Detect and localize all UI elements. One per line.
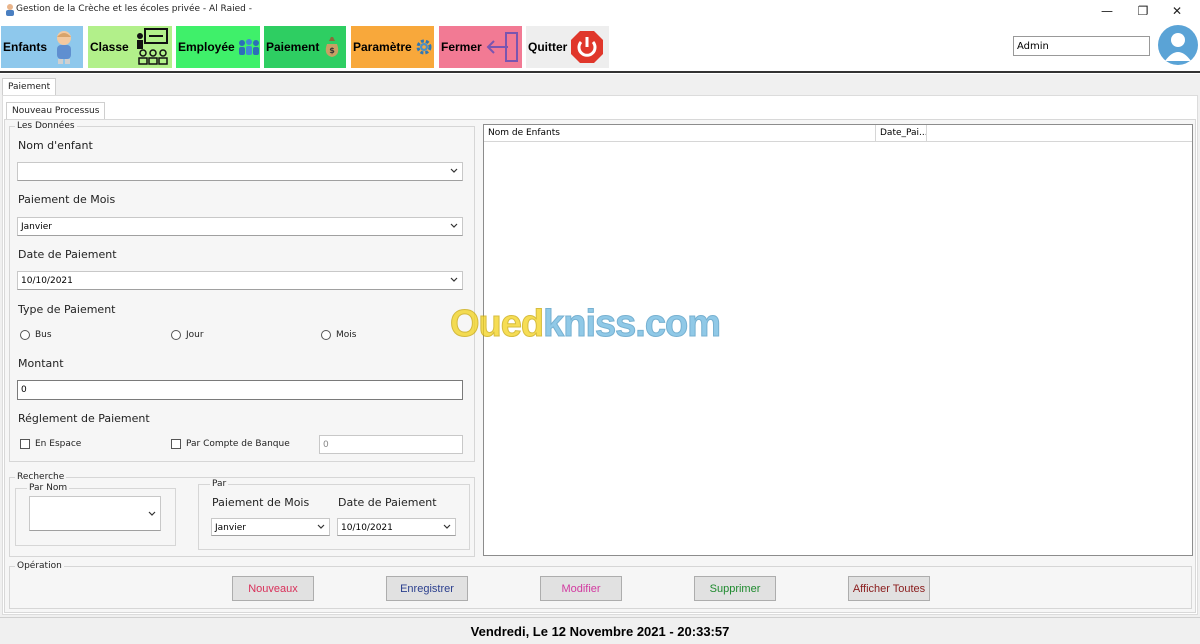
- svg-text:$: $: [330, 46, 336, 55]
- nom-enfant-label: Nom d'enfant: [18, 139, 93, 152]
- title-bar: Gestion de la Crèche et les écoles privé…: [0, 0, 1200, 22]
- chevron-down-icon: [450, 223, 458, 228]
- search-mois-combo[interactable]: Janvier: [211, 518, 330, 536]
- date-label: Date de Paiement: [18, 248, 117, 261]
- mois-combo[interactable]: Janvier: [17, 217, 463, 236]
- radio-mois[interactable]: Mois: [321, 330, 356, 340]
- parametre-label: Paramètre: [353, 40, 412, 54]
- search-date-picker[interactable]: 10/10/2021: [337, 518, 456, 536]
- column-header-nom-enfants[interactable]: Nom de Enfants: [484, 125, 876, 142]
- nom-enfant-combo[interactable]: [17, 162, 463, 181]
- montant-label: Montant: [18, 357, 64, 370]
- status-bar: Vendredi, Le 12 Novembre 2021 - 20:33:57: [0, 617, 1200, 644]
- enregistrer-button[interactable]: Enregistrer: [386, 576, 468, 601]
- user-avatar-icon: [1165, 33, 1191, 61]
- employee-button[interactable]: Employée: [176, 26, 260, 68]
- checkbox-box[interactable]: [20, 439, 30, 449]
- exit-arrow-icon: [486, 32, 518, 62]
- supprimer-button[interactable]: Supprimer: [694, 576, 776, 601]
- window-title: Gestion de la Crèche et les écoles privé…: [16, 4, 252, 14]
- radio-bus[interactable]: Bus: [20, 330, 52, 340]
- search-date-label: Date de Paiement: [338, 496, 437, 509]
- money-bag-icon: $: [326, 37, 339, 57]
- enfants-label: Enfants: [3, 40, 48, 54]
- radio-circle[interactable]: [171, 330, 181, 340]
- radio-circle[interactable]: [321, 330, 331, 340]
- chevron-down-icon: [317, 524, 325, 529]
- watermark-part-2: kniss: [543, 303, 637, 346]
- en-espace-label: En Espace: [35, 439, 82, 449]
- column-header-date-paiement[interactable]: Date_Pai...: [876, 125, 927, 142]
- tab-paiement[interactable]: Paiement: [2, 78, 57, 96]
- app-icon: [6, 4, 14, 16]
- type-label: Type de Paiement: [18, 303, 116, 316]
- employees-icon: [238, 39, 259, 55]
- banque-account-input[interactable]: 0: [319, 435, 463, 454]
- paiement-button[interactable]: Paiement $: [264, 26, 346, 68]
- radio-jour-label: Jour: [186, 330, 204, 340]
- child-icon: [57, 31, 72, 64]
- checkbox-en-espace[interactable]: En Espace: [20, 439, 81, 449]
- employee-label: Employée: [178, 40, 235, 54]
- fermer-button[interactable]: Fermer: [439, 26, 522, 68]
- chevron-down-icon: [443, 524, 451, 529]
- avatar[interactable]: [1158, 25, 1198, 65]
- compte-banque-label: Par Compte de Banque: [186, 439, 290, 449]
- search-mois-value: Janvier: [215, 523, 246, 533]
- radio-mois-label: Mois: [336, 330, 357, 340]
- gear-icon: [416, 39, 432, 55]
- search-date-value: 10/10/2021: [341, 523, 393, 533]
- operation-title: Opération: [15, 561, 64, 571]
- watermark: Ouedkniss.com: [449, 303, 722, 346]
- date-picker[interactable]: 10/10/2021: [17, 271, 463, 290]
- mois-value: Janvier: [21, 222, 52, 232]
- watermark-part-1: Oued: [449, 303, 544, 346]
- power-icon: [571, 31, 604, 63]
- radio-bus-label: Bus: [35, 330, 52, 340]
- column-header-empty: [927, 125, 1192, 142]
- radio-jour[interactable]: Jour: [171, 330, 204, 340]
- par-nom-title: Par Nom: [27, 483, 70, 493]
- fermer-label: Fermer: [441, 40, 482, 54]
- modifier-button[interactable]: Modifier: [540, 576, 622, 601]
- classroom-icon: [136, 28, 168, 65]
- classe-button[interactable]: Classe: [88, 26, 172, 68]
- par-nom-combo[interactable]: [29, 496, 161, 531]
- chevron-down-icon: [450, 168, 458, 173]
- nouveaux-button[interactable]: Nouveaux: [232, 576, 314, 601]
- parametre-button[interactable]: Paramètre: [351, 26, 434, 68]
- checkbox-compte-banque[interactable]: Par Compte de Banque: [171, 439, 290, 449]
- checkbox-box[interactable]: [171, 439, 181, 449]
- recherche-title: Recherche: [15, 472, 67, 482]
- reglement-label: Réglement de Paiement: [18, 412, 150, 425]
- montant-input[interactable]: 0: [17, 380, 463, 400]
- quitter-label: Quitter: [528, 40, 568, 54]
- paiement-label: Paiement: [266, 40, 320, 54]
- mois-label: Paiement de Mois: [18, 193, 116, 206]
- chevron-down-icon: [148, 511, 156, 516]
- par-title: Par: [210, 479, 229, 489]
- quitter-button[interactable]: Quitter: [526, 26, 609, 68]
- toolbar-divider: [0, 71, 1200, 73]
- les-donnees-title: Les Données: [15, 121, 77, 131]
- tab-nouveau-processus[interactable]: Nouveau Processus: [6, 102, 106, 120]
- close-button[interactable]: ✕: [1154, 0, 1200, 22]
- radio-circle[interactable]: [20, 330, 30, 340]
- classe-label: Classe: [90, 40, 129, 54]
- watermark-part-3: .com: [635, 303, 722, 346]
- date-value: 10/10/2021: [21, 276, 73, 286]
- par-group: [198, 484, 470, 550]
- datetime-text: Vendredi, Le 12 Novembre 2021 - 20:33:57: [470, 623, 730, 639]
- user-field[interactable]: [1013, 36, 1150, 56]
- afficher-toutes-button[interactable]: Afficher Toutes: [848, 576, 930, 601]
- chevron-down-icon: [450, 277, 458, 282]
- search-mois-label: Paiement de Mois: [212, 496, 310, 509]
- enfants-button[interactable]: Enfants: [1, 26, 83, 68]
